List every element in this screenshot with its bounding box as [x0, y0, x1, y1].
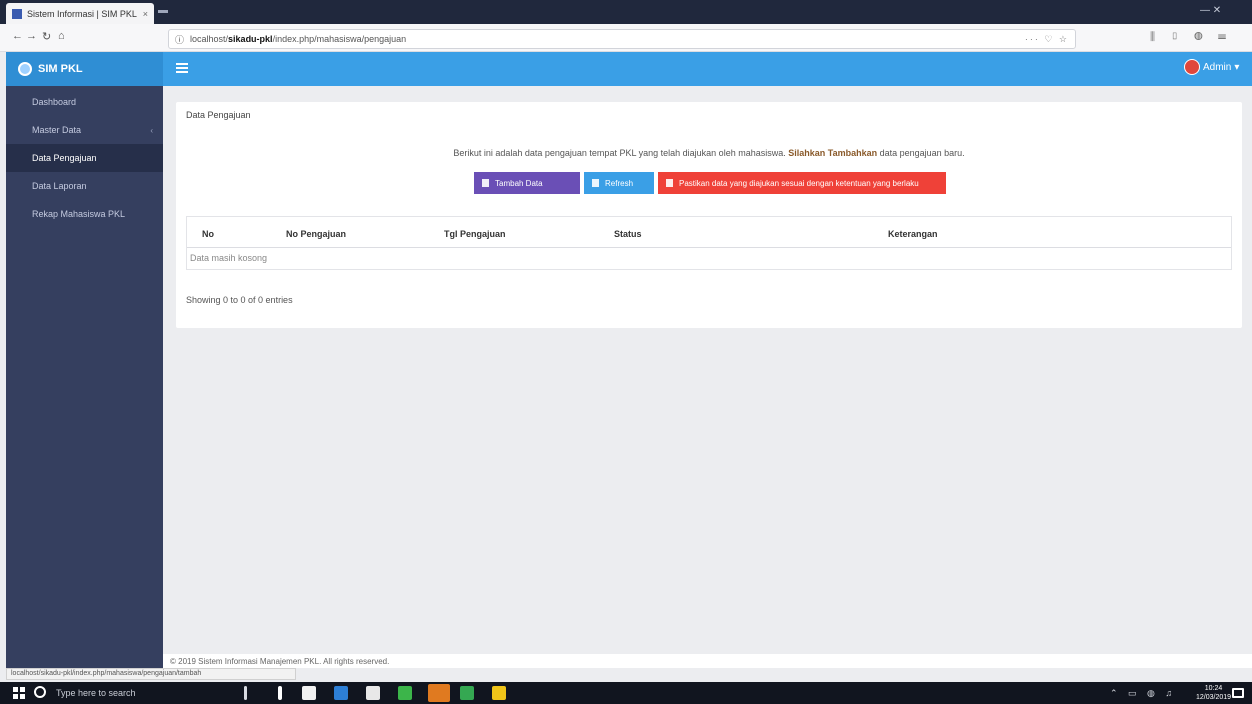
browser-tab-bar — [0, 0, 1252, 24]
url-text: localhost/sikadu-pkl/index.php/mahasiswa… — [190, 34, 407, 44]
column-header-status[interactable]: Status — [614, 229, 642, 239]
clock-date: 12/03/2019 — [1196, 694, 1232, 701]
column-header-tgl-pengajuan[interactable]: Tgl Pengajuan — [444, 229, 506, 239]
column-header-no-pengajuan[interactable]: No Pengajuan — [286, 229, 346, 239]
user-name: Admin — [1203, 61, 1232, 73]
add-data-button[interactable]: Tambah Data — [474, 172, 580, 194]
taskbar — [0, 682, 1252, 704]
page-actions-icon[interactable]: ··· ♡ ☆ — [1025, 34, 1069, 45]
window-controls[interactable]: — ✕ — [1200, 5, 1221, 16]
refresh-button[interactable]: Refresh — [584, 172, 654, 194]
new-tab-button[interactable] — [158, 10, 168, 13]
task-view-icon[interactable] — [244, 686, 247, 700]
refresh-icon — [592, 179, 599, 187]
back-icon[interactable]: ← — [12, 30, 23, 42]
info-icon[interactable]: ⓘ — [175, 33, 184, 46]
brand-name: SIM PKL — [38, 63, 83, 75]
favicon-icon — [12, 8, 22, 19]
info-text: Berikut ini adalah data pengajuan tempat… — [453, 148, 965, 158]
windows-start-icon[interactable] — [13, 687, 25, 699]
files-icon[interactable] — [492, 686, 506, 700]
sidebar-item-label: Data Laporan — [32, 181, 87, 191]
taskbar-search-input[interactable]: Type here to search — [56, 688, 136, 698]
chevron-left-icon: ‹ — [150, 125, 153, 135]
brand-logo[interactable]: SIM PKL — [6, 52, 163, 86]
avatar — [1184, 59, 1200, 75]
sidebar-item-dashboard[interactable]: Dashboard — [6, 88, 163, 116]
tab-title: Sistem Informasi | SIM PKL — [27, 8, 137, 19]
terminal-icon[interactable] — [398, 686, 412, 700]
home-icon[interactable]: ⌂ — [58, 30, 65, 42]
sidebar-item-data-laporan[interactable]: Data Laporan — [6, 172, 163, 200]
user-menu[interactable]: Admin ▾ — [1184, 59, 1239, 75]
plus-icon — [482, 179, 489, 187]
store-icon[interactable] — [302, 686, 316, 700]
taskbar-app-icon[interactable] — [278, 686, 282, 700]
column-header-no[interactable]: No — [202, 229, 214, 239]
firefox-icon[interactable] — [428, 684, 450, 702]
browser-toolbar-icons[interactable]: ⫼ ▯ ◍ ☰ — [1150, 31, 1232, 44]
address-bar[interactable]: ⓘ localhost/sikadu-pkl/index.php/mahasis… — [168, 29, 1076, 49]
sidebar-item-master-data[interactable]: Master Data ‹ — [6, 116, 163, 144]
browser-tab[interactable]: Sistem Informasi | SIM PKL × — [6, 3, 154, 24]
empty-table-message: Data masih kosong — [190, 253, 268, 263]
sidebar-item-rekap[interactable]: Rekap Mahasiswa PKL — [6, 200, 163, 228]
reload-icon[interactable]: ↻ — [42, 30, 51, 43]
taskbar-clock[interactable]: 10:24 12/03/2019 — [1196, 684, 1231, 702]
cortana-icon[interactable] — [34, 686, 46, 698]
data-table — [186, 216, 1232, 270]
page-title: Data Pengajuan — [186, 110, 251, 120]
mail-icon[interactable] — [366, 686, 380, 700]
footer-text: © 2019 Sistem Informasi Manajemen PKL. A… — [170, 657, 390, 666]
warning-button[interactable]: Pastikan data yang diajukan sesuai denga… — [658, 172, 946, 194]
column-header-keterangan[interactable]: Keterangan — [888, 229, 938, 239]
browser-status-bar: localhost/sikadu-pkl/index.php/mahasiswa… — [6, 668, 296, 680]
forward-icon[interactable]: → — [26, 30, 37, 42]
sidebar-item-label: Master Data — [32, 125, 82, 135]
editor-icon[interactable] — [460, 686, 474, 700]
browser-app-icon[interactable] — [334, 686, 348, 700]
tab-close-icon[interactable]: × — [143, 9, 148, 19]
sidebar-item-label: Dashboard — [32, 97, 77, 107]
chevron-down-icon: ▾ — [1234, 61, 1240, 73]
table-divider — [187, 247, 1231, 248]
system-tray-icons[interactable]: ⌃ ▭ ◍ ♫ — [1110, 688, 1176, 699]
sidebar-item-label: Data Pengajuan — [32, 153, 97, 163]
notification-icon[interactable] — [1232, 688, 1244, 698]
app-header — [6, 52, 1252, 86]
clock-time: 10:24 — [1204, 685, 1223, 692]
sidebar-item-label: Rekap Mahasiswa PKL — [32, 209, 126, 219]
warning-icon — [666, 179, 673, 187]
menu-toggle-icon[interactable] — [176, 63, 188, 73]
table-entries-info: Showing 0 to 0 of 0 entries — [186, 295, 293, 305]
content-card — [176, 102, 1242, 328]
sidebar-item-data-pengajuan[interactable]: Data Pengajuan — [6, 144, 163, 172]
logo-icon — [18, 62, 32, 76]
